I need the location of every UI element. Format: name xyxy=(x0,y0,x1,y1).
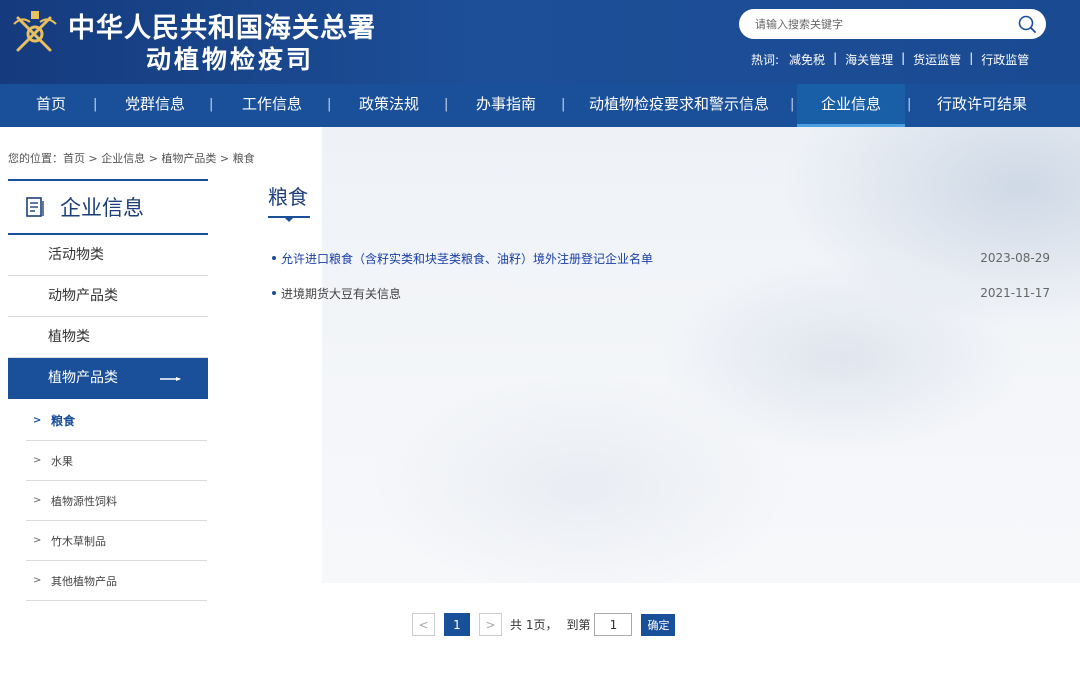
document-icon xyxy=(26,197,44,217)
hot-word-link[interactable]: 行政监管 xyxy=(981,51,1029,68)
sub-item-label: 植物源性饲料 xyxy=(51,494,117,508)
sidebar-sub-list: > 粮食 > 水果 > 植物源性饲料 > 竹木草制品 > 其他植物产品 xyxy=(26,401,207,601)
sub-item-plant-feed[interactable]: > 植物源性饲料 xyxy=(26,481,207,521)
chevron-right-icon: > xyxy=(33,415,42,426)
sub-item-fruit[interactable]: > 水果 xyxy=(26,441,207,481)
chevron-right-icon: > xyxy=(33,495,42,506)
pagination: < 1 > 共 1页， 到第 确定 xyxy=(412,613,676,636)
nav-item-enterprise[interactable]: 企业信息 xyxy=(797,84,905,127)
sub-item-label: 粮食 xyxy=(51,414,76,428)
prev-page-button[interactable]: < xyxy=(412,613,435,636)
site-subtitle: 动植物检疫司 xyxy=(146,45,315,74)
sub-item-label: 其他植物产品 xyxy=(51,574,117,588)
list-item: 进境期货大豆有关信息 2021-11-17 xyxy=(272,283,1050,303)
page-title: 粮食 xyxy=(268,185,308,209)
sidebar-item-animal-products[interactable]: 动物产品类 xyxy=(8,276,208,317)
search-icon[interactable] xyxy=(1017,14,1037,34)
list-item: 允许进口粮食（含籽实类和块茎类粮食、油籽）境外注册登记企业名单 2023-08-… xyxy=(272,248,1050,268)
hot-word-separator: | xyxy=(969,51,974,65)
bullet-icon xyxy=(272,256,276,260)
nav-item-home[interactable]: 首页 xyxy=(22,84,80,127)
nav-separator: | xyxy=(561,97,566,112)
nav-item-policy[interactable]: 政策法规 xyxy=(347,84,431,127)
sidebar-header: 企业信息 xyxy=(8,179,208,235)
nav-item-quarantine-requirements[interactable]: 动植物检疫要求和警示信息 xyxy=(580,84,778,127)
main-nav: 首页 | 党群信息 | 工作信息 | 政策法规 | 办事指南 | 动植物检疫要求… xyxy=(0,84,1080,127)
search-box xyxy=(739,9,1046,39)
hot-word-link[interactable]: 海关管理 xyxy=(845,51,893,68)
nav-item-work[interactable]: 工作信息 xyxy=(230,84,314,127)
sub-item-label: 竹木草制品 xyxy=(51,534,106,548)
sub-item-bamboo-wood[interactable]: > 竹木草制品 xyxy=(26,521,207,561)
nav-separator: | xyxy=(93,97,98,112)
article-date: 2023-08-29 xyxy=(980,251,1050,265)
sidebar-item-label: 动物产品类 xyxy=(48,288,118,304)
page-total: 共 1页， xyxy=(510,618,558,632)
next-page-button[interactable]: > xyxy=(479,613,502,636)
sub-item-grain[interactable]: > 粮食 xyxy=(26,401,207,441)
article-date: 2021-11-17 xyxy=(980,286,1050,300)
hot-words: 热词: 减免税 | 海关管理 | 货运监管 | 行政监管 xyxy=(751,51,1029,68)
nav-item-license-results[interactable]: 行政许可结果 xyxy=(926,84,1038,127)
confirm-button[interactable]: 确定 xyxy=(641,613,676,636)
chevron-right-icon: > xyxy=(33,535,42,546)
hot-word-separator: | xyxy=(901,51,906,65)
caret-down-icon xyxy=(284,217,294,222)
customs-emblem-icon xyxy=(13,11,57,52)
hot-word-link[interactable]: 减免税 xyxy=(789,51,825,68)
bullet-icon xyxy=(272,291,276,295)
sidebar-item-plants[interactable]: 植物类 xyxy=(8,317,208,358)
arrow-right-icon xyxy=(160,377,181,381)
sidebar-item-label: 植物类 xyxy=(48,329,90,345)
hot-word-separator: | xyxy=(833,51,838,65)
sidebar: 企业信息 活动物类 动物产品类 植物类 植物产品类 xyxy=(8,179,208,399)
nav-item-party[interactable]: 党群信息 xyxy=(113,84,197,127)
sidebar-title: 企业信息 xyxy=(60,196,144,220)
chevron-right-icon: > xyxy=(33,575,42,586)
sub-item-label: 水果 xyxy=(51,454,73,468)
goto-page-input[interactable] xyxy=(594,613,633,636)
article-link[interactable]: 允许进口粮食（含籽实类和块茎类粮食、油籽）境外注册登记企业名单 xyxy=(281,250,980,267)
background-clouds xyxy=(322,127,1080,583)
sub-item-other-plant-products[interactable]: > 其他植物产品 xyxy=(26,561,207,601)
chevron-right-icon: > xyxy=(33,455,42,466)
article-link[interactable]: 进境期货大豆有关信息 xyxy=(281,285,980,302)
goto-label: 到第 xyxy=(566,618,591,632)
nav-separator: | xyxy=(907,97,912,112)
sidebar-item-live-animals[interactable]: 活动物类 xyxy=(8,235,208,276)
nav-item-guide[interactable]: 办事指南 xyxy=(464,84,548,127)
sidebar-item-label: 活动物类 xyxy=(48,247,104,263)
sidebar-item-label: 植物产品类 xyxy=(48,370,118,386)
breadcrumb: 您的位置：首页 > 企业信息 > 植物产品类 > 粮食 xyxy=(8,152,255,165)
nav-separator: | xyxy=(327,97,332,112)
hot-word-link[interactable]: 货运监管 xyxy=(913,51,961,68)
sidebar-item-plant-products[interactable]: 植物产品类 xyxy=(8,358,208,399)
page-number-button[interactable]: 1 xyxy=(444,613,470,636)
hot-words-label: 热词: xyxy=(751,53,780,67)
nav-separator: | xyxy=(209,97,214,112)
nav-separator: | xyxy=(444,97,449,112)
site-header: 中华人民共和国海关总署 动植物检疫司 热词: 减免税 | 海关管理 | 货运监管… xyxy=(0,0,1080,84)
search-input[interactable] xyxy=(755,14,1005,34)
nav-separator: | xyxy=(790,97,795,112)
